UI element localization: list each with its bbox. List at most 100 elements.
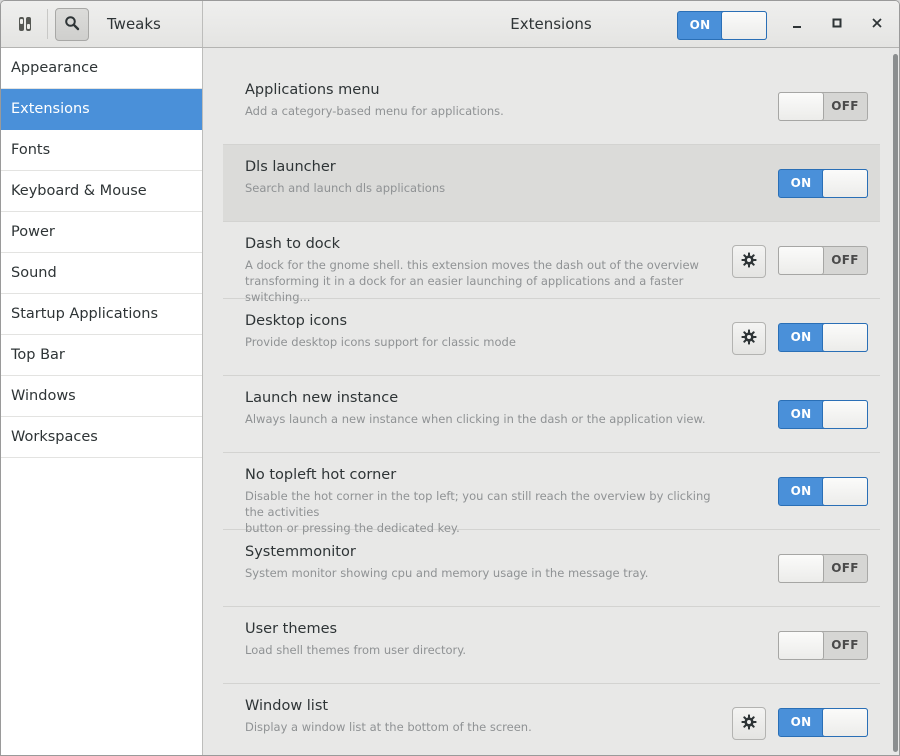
extension-title: Systemmonitor: [245, 544, 356, 560]
gear-icon: [741, 329, 757, 349]
tweaks-app-icon[interactable]: [11, 11, 39, 37]
extension-toggle[interactable]: OFF: [778, 631, 868, 660]
switch-knob: [778, 92, 824, 121]
switch-knob: [721, 11, 767, 40]
switch-knob: [822, 169, 868, 198]
search-button[interactable]: [55, 8, 89, 41]
extension-description: Add a category-based menu for applicatio…: [245, 104, 504, 118]
sidebar-item-fonts[interactable]: Fonts: [1, 130, 202, 171]
switch-label: OFF: [831, 253, 859, 267]
extension-toggle[interactable]: OFF: [778, 92, 868, 121]
sidebar-item-label: Startup Applications: [11, 306, 158, 322]
gear-icon: [741, 714, 757, 734]
app-title: Tweaks: [107, 15, 161, 33]
extension-description: Search and launch dls applications: [245, 181, 446, 195]
switch-label: ON: [689, 18, 711, 32]
window-title: Extensions: [510, 15, 592, 33]
sidebar-item-top-bar[interactable]: Top Bar: [1, 335, 202, 376]
switch-label: OFF: [831, 561, 859, 575]
header-bar: Tweaks Extensions ON: [1, 1, 899, 48]
extension-toggle[interactable]: ON: [778, 169, 868, 198]
switch-label: ON: [790, 330, 812, 344]
switch-knob: [778, 246, 824, 275]
sidebar-item-power[interactable]: Power: [1, 212, 202, 253]
extension-toggle[interactable]: OFF: [778, 554, 868, 583]
scrollbar-thumb[interactable]: [893, 54, 898, 752]
maximize-icon: [831, 17, 843, 33]
sidebar-item-appearance[interactable]: Appearance: [1, 48, 202, 89]
switch-knob: [822, 400, 868, 429]
extension-description: Load shell themes from user directory.: [245, 643, 467, 657]
switch-knob: [822, 477, 868, 506]
extension-title: Dash to dock: [245, 236, 341, 252]
sidebar-item-startup-applications[interactable]: Startup Applications: [1, 294, 202, 335]
extension-description: Disable the hot corner in the top left; …: [245, 489, 711, 535]
extension-toggle[interactable]: ON: [778, 400, 868, 429]
sidebar-item-label: Sound: [11, 265, 57, 281]
switch-knob: [822, 708, 868, 737]
extensions-master-switch[interactable]: ON: [677, 11, 767, 40]
minimize-icon: [791, 17, 803, 33]
sidebar-item-label: Appearance: [11, 60, 99, 76]
extension-title: Window list: [245, 698, 329, 714]
tweaks-window: Tweaks Extensions ON Appearance Extensio…: [0, 0, 900, 756]
maximize-button[interactable]: [825, 13, 849, 37]
minimize-button[interactable]: [785, 13, 809, 37]
sidebar-item-extensions[interactable]: Extensions: [1, 89, 202, 130]
extension-row-user-themes: User themes Load shell themes from user …: [223, 607, 880, 684]
header-left-pane: Tweaks: [1, 1, 203, 47]
extension-title: Applications menu: [245, 82, 380, 98]
extension-row-systemmonitor: Systemmonitor System monitor showing cpu…: [223, 530, 880, 607]
close-button[interactable]: [865, 13, 889, 37]
sidebar-item-label: Workspaces: [11, 429, 98, 445]
extension-title: Desktop icons: [245, 313, 348, 329]
switch-knob: [778, 631, 824, 660]
extension-description: Always launch a new instance when clicki…: [245, 412, 706, 426]
extension-toggle[interactable]: ON: [778, 323, 868, 352]
switch-label: ON: [790, 407, 812, 421]
extension-description: A dock for the gnome shell. this extensi…: [245, 258, 699, 304]
switch-label: ON: [790, 176, 812, 190]
extension-title: User themes: [245, 621, 338, 637]
sidebar-item-label: Windows: [11, 388, 76, 404]
extension-row-dash-to-dock: Dash to dock A dock for the gnome shell.…: [223, 222, 880, 304]
extensions-panel: Applications menu Add a category-based m…: [204, 48, 899, 755]
switch-label: OFF: [831, 638, 859, 652]
switch-knob: [778, 554, 824, 583]
sidebar-item-windows[interactable]: Windows: [1, 376, 202, 417]
sidebar-item-label: Power: [11, 224, 55, 240]
extension-toggle[interactable]: ON: [778, 477, 868, 506]
extensions-list: Applications menu Add a category-based m…: [223, 68, 880, 755]
sidebar-item-label: Keyboard & Mouse: [11, 183, 147, 199]
sidebar: Appearance Extensions Fonts Keyboard & M…: [1, 48, 203, 755]
sidebar-item-label: Top Bar: [11, 347, 65, 363]
extension-toggle[interactable]: OFF: [778, 246, 868, 275]
extension-description: Provide desktop icons support for classi…: [245, 335, 516, 349]
extension-row-window-list: Window list Display a window list at the…: [223, 684, 880, 755]
extension-row-applications-menu: Applications menu Add a category-based m…: [223, 68, 880, 145]
switch-knob: [822, 323, 868, 352]
extension-title: Dls launcher: [245, 159, 336, 175]
extension-row-dls-launcher: Dls launcher Search and launch dls appli…: [223, 145, 880, 222]
extension-row-desktop-icons: Desktop icons Provide desktop icons supp…: [223, 299, 880, 376]
header-separator: [47, 9, 48, 39]
extension-title: No topleft hot corner: [245, 467, 397, 483]
extension-title: Launch new instance: [245, 390, 399, 406]
search-icon: [64, 15, 80, 35]
switch-label: OFF: [831, 99, 859, 113]
switch-label: ON: [790, 484, 812, 498]
extension-description: System monitor showing cpu and memory us…: [245, 566, 649, 580]
sidebar-item-label: Fonts: [11, 142, 51, 158]
sidebar-item-keyboard-mouse[interactable]: Keyboard & Mouse: [1, 171, 202, 212]
close-icon: [871, 17, 883, 33]
sidebar-item-workspaces[interactable]: Workspaces: [1, 417, 202, 458]
extension-settings-button[interactable]: [732, 707, 766, 740]
extension-row-launch-new-instance: Launch new instance Always launch a new …: [223, 376, 880, 453]
extension-toggle[interactable]: ON: [778, 708, 868, 737]
extension-settings-button[interactable]: [732, 322, 766, 355]
content-scrollbar[interactable]: [892, 48, 899, 755]
sidebar-item-label: Extensions: [11, 101, 90, 117]
extension-settings-button[interactable]: [732, 245, 766, 278]
switch-label: ON: [790, 715, 812, 729]
sidebar-item-sound[interactable]: Sound: [1, 253, 202, 294]
